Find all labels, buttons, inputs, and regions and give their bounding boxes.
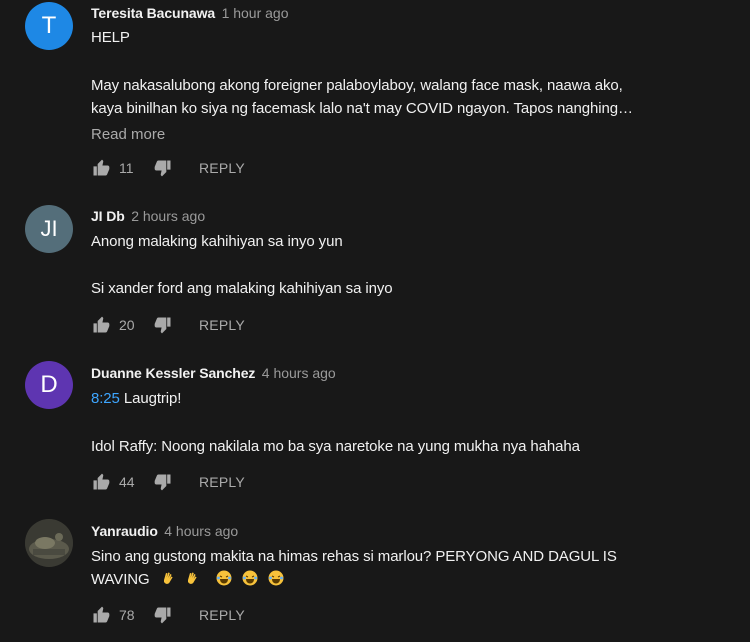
thumbs-up-icon[interactable] [91,472,111,492]
reply-button[interactable]: REPLY [199,160,245,176]
avatar-letter: T [41,12,57,39]
comment-time[interactable]: 4 hours ago [262,365,336,381]
comment-text-line: May nakasalubong akong foreigner palaboy… [91,77,623,94]
thumbs-down-icon[interactable] [153,158,173,178]
comment-text-line: Sino ang gustong makita na himas rehas s… [91,548,617,565]
comment-text-line: Si xander ford ang malaking kahihiyan sa… [91,280,393,297]
like-count: 11 [119,160,134,176]
comment-text-line: kaya binilhan ko siya ng facemask lalo n… [91,100,633,117]
comment-actions: 44 REPLY [91,470,245,494]
thumbs-up-icon[interactable] [91,158,111,178]
thumbs-down-icon[interactable] [153,472,173,492]
comment-text: WAVING [91,571,150,588]
comment-text-line: Anong malaking kahihiyan sa inyo yun [91,233,343,250]
comment-header: JI Db 2 hours ago [91,206,205,226]
comment-text-line: WAVING [91,570,284,590]
thumbs-down-icon[interactable] [153,605,173,625]
laughing-emoji-icon [216,570,232,586]
comment-text-line: Idol Raffy: Noong nakilala mo ba sya nar… [91,438,580,455]
comment-actions: 20 REPLY [91,313,245,337]
video-timestamp-link[interactable]: 8:25 [91,390,120,407]
like-count: 78 [119,607,135,623]
avatar[interactable]: T [25,2,73,50]
author-name[interactable]: JI Db [91,208,125,224]
thumbs-down-icon[interactable] [153,315,173,335]
comment-actions: 11 REPLY [91,156,245,180]
laughing-emoji-icon [268,570,284,586]
comment-text-line: HELP [91,29,130,46]
reply-button[interactable]: REPLY [199,317,245,333]
comment-time[interactable]: 4 hours ago [164,523,238,539]
author-name[interactable]: Yanraudio [91,523,158,539]
comment-time[interactable]: 2 hours ago [131,208,205,224]
like-count: 20 [119,317,135,333]
thumbs-up-icon[interactable] [91,605,111,625]
laughing-emoji-icon [242,570,258,586]
user-photo-icon [25,519,73,567]
comment-time[interactable]: 1 hour ago [222,5,289,21]
author-name[interactable]: Duanne Kessler Sanchez [91,365,255,381]
avatar-letter: D [40,371,58,398]
like-count: 44 [119,474,135,490]
read-more-link[interactable]: Read more [91,125,165,145]
comment-actions: 78 REPLY [91,603,245,627]
avatar[interactable]: D [25,361,73,409]
avatar-letter: JI [40,216,58,241]
comment-header: Teresita Bacunawa 1 hour ago [91,3,289,23]
waving-hand-emoji-icon [187,572,197,584]
comment-header: Yanraudio 4 hours ago [91,521,238,541]
comment-header: Duanne Kessler Sanchez 4 hours ago [91,363,336,383]
avatar[interactable]: JI [25,205,73,253]
comment-text: Laugtrip! [119,390,182,407]
comment-text-line: 8:25 Laugtrip! [91,389,181,409]
avatar[interactable] [25,519,73,567]
reply-button[interactable]: REPLY [199,474,245,490]
reply-button[interactable]: REPLY [199,607,245,623]
thumbs-up-icon[interactable] [91,315,111,335]
waving-hand-emoji-icon [160,572,173,584]
author-name[interactable]: Teresita Bacunawa [91,5,215,21]
